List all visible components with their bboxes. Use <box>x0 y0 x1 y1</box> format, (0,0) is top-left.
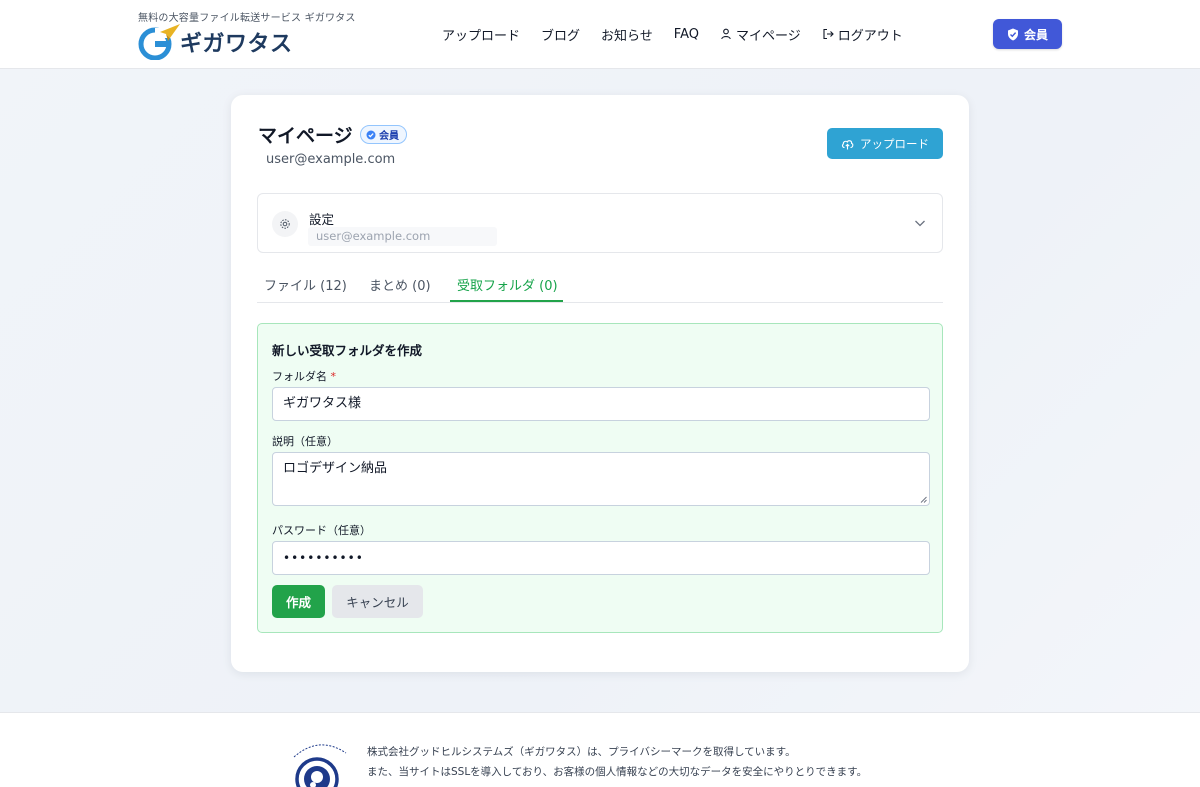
mypage-card: マイページ 会員 user@example.com アップロード 設定 user… <box>231 95 969 672</box>
upload-button-label: アップロード <box>860 136 929 151</box>
folder-name-label: フォルダ名 * <box>272 368 336 384</box>
nav-logout[interactable]: ログアウト <box>822 25 903 44</box>
privacy-mark-logo <box>286 739 352 787</box>
active-tab-indicator <box>450 300 563 302</box>
create-folder-title: 新しい受取フォルダを作成 <box>272 343 423 358</box>
nav-mypage[interactable]: マイページ <box>720 25 801 44</box>
description-label: 説明（任意） <box>272 435 338 448</box>
nav-blog[interactable]: ブログ <box>541 25 580 44</box>
check-circle-icon <box>366 130 376 139</box>
logo-text: ギガワタス <box>180 32 293 57</box>
privacy-statement-line1: 株式会社グッドヒルシステムズ（ギガワタス）は、プライバシーマークを取得しています… <box>367 746 796 758</box>
site-logo[interactable]: ギガワタス <box>138 24 293 61</box>
settings-title: 設定 <box>309 212 335 227</box>
chevron-down-icon[interactable] <box>913 216 927 230</box>
nav-news[interactable]: お知らせ <box>601 25 653 44</box>
nav-logout-label: ログアウト <box>837 28 903 44</box>
member-button[interactable]: 会員 <box>993 19 1062 49</box>
description-value: ロゴデザイン納品 <box>283 461 388 476</box>
nav-mypage-label: マイページ <box>735 28 801 44</box>
site-header: 無料の大容量ファイル転送サービス ギガワタス ギガワタス アップロード ブログ … <box>0 0 1200 69</box>
settings-email: user@example.com <box>308 227 497 246</box>
folder-name-input[interactable]: ギガワタス様 <box>272 387 930 421</box>
tab-bar: ファイル (12) まとめ (0) 受取フォルダ (0) <box>257 267 943 303</box>
logout-icon <box>823 28 834 40</box>
cancel-button[interactable]: キャンセル <box>332 585 423 618</box>
site-tagline: 無料の大容量ファイル転送サービス ギガワタス <box>138 13 356 24</box>
settings-accordion[interactable]: 設定 user@example.com <box>257 193 943 253</box>
user-email: user@example.com <box>266 152 396 167</box>
folder-name-label-text: フォルダ名 <box>272 370 327 383</box>
upload-button[interactable]: アップロード <box>827 128 943 159</box>
shield-check-icon <box>1007 28 1018 40</box>
tab-receive-folders[interactable]: 受取フォルダ (0) <box>457 275 558 294</box>
gear-icon <box>272 211 298 237</box>
create-button[interactable]: 作成 <box>272 585 325 618</box>
password-label: パスワード（任意） <box>272 524 371 537</box>
create-folder-panel: 新しい受取フォルダを作成 フォルダ名 * ギガワタス様 説明（任意） ロゴデザイ… <box>257 323 943 633</box>
tab-bundles[interactable]: まとめ (0) <box>369 275 431 294</box>
password-input[interactable]: •••••••••• <box>272 541 930 575</box>
cloud-upload-icon <box>841 139 854 149</box>
member-badge-label: 会員 <box>379 131 399 142</box>
page-title: マイページ <box>258 125 353 147</box>
resize-handle-icon[interactable] <box>920 496 927 503</box>
tab-files[interactable]: ファイル (12) <box>264 275 347 294</box>
nav-faq[interactable]: FAQ <box>674 27 699 42</box>
member-badge: 会員 <box>360 125 407 144</box>
logo-icon <box>138 24 180 61</box>
description-textarea[interactable]: ロゴデザイン納品 <box>272 452 930 506</box>
nav-upload[interactable]: アップロード <box>442 25 520 44</box>
site-footer: 株式会社グッドヒルシステムズ（ギガワタス）は、プライバシーマークを取得しています… <box>0 712 1200 787</box>
member-button-label: 会員 <box>1023 27 1048 42</box>
required-mark: * <box>330 370 337 383</box>
user-icon <box>721 28 731 40</box>
main-nav: アップロード ブログ お知らせ FAQ マイページ ログアウト <box>442 24 924 44</box>
privacy-statement-line2: また、当サイトはSSLを導入しており、お客様の個人情報などの大切なデータを安全に… <box>367 766 868 778</box>
